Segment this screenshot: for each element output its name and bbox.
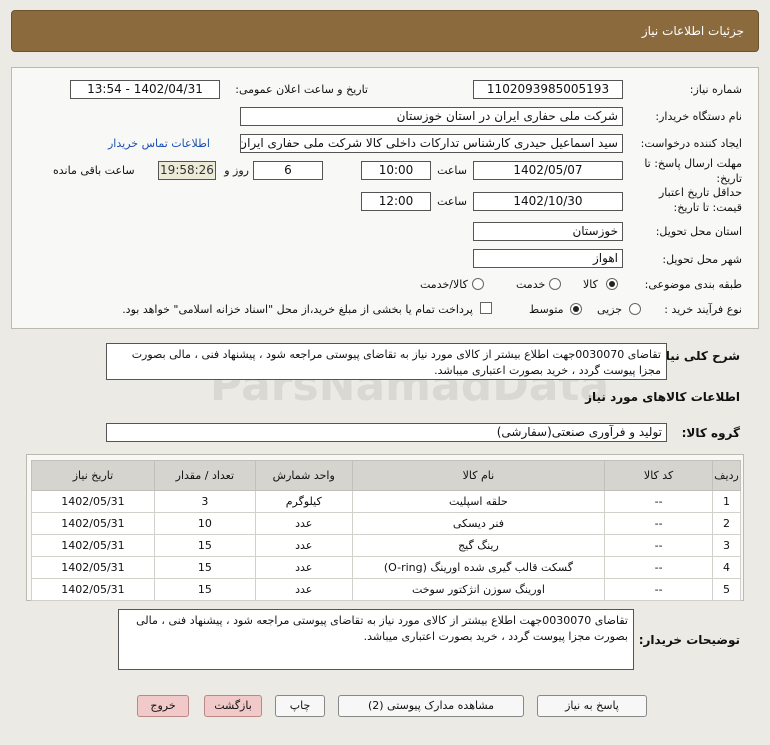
city-label: شهر محل تحویل: <box>662 253 742 266</box>
process-label: نوع فرآیند خرید : <box>664 303 742 316</box>
row-unit: عدد <box>254 534 353 557</box>
row-quantity: 15 <box>153 534 256 557</box>
row-index: 2 <box>712 512 741 535</box>
goods-section-title: اطلاعات کالاهای مورد نیاز <box>585 390 740 404</box>
table-row: 4 -- گسکت قالب گیری شده اورینگ (O-ring) … <box>31 556 741 579</box>
validity-label-1: حداقل تاریخ اعتبار <box>658 186 742 199</box>
table-row: 2 -- فنر دیسکی عدد 10 1402/05/31 <box>31 512 741 535</box>
attachments-button[interactable]: مشاهده مدارک پیوستی (2) <box>338 695 524 717</box>
row-name: حلقه اسپلیت <box>351 490 606 513</box>
row-index: 5 <box>712 578 741 601</box>
row-name: فنر دیسکی <box>351 512 606 535</box>
deadline-time-field[interactable]: 10:00 <box>361 161 431 180</box>
buyer-notes-text: تقاضای 0030070جهت اطلاع بیشتر از کالای م… <box>118 609 634 670</box>
need-number-label: شماره نیاز: <box>689 83 742 96</box>
province-label: استان محل تحویل: <box>655 225 742 238</box>
buyer-org-label: نام دستگاه خریدار: <box>655 110 742 123</box>
city-field[interactable]: اهواز <box>473 249 623 268</box>
row-index: 1 <box>712 490 741 513</box>
row-unit: عدد <box>254 512 353 535</box>
days-field[interactable]: 6 <box>253 161 323 180</box>
table-row: 1 -- حلقه اسپلیت کیلوگرم 3 1402/05/31 <box>31 490 741 513</box>
col-unit: واحد شمارش <box>254 460 353 491</box>
row-unit: عدد <box>254 578 353 601</box>
table-row: 3 -- رینگ گیج عدد 15 1402/05/31 <box>31 534 741 557</box>
category-option-goods: کالا <box>583 278 598 291</box>
category-option-goods-service: کالا/خدمت <box>420 278 468 291</box>
row-code: -- <box>604 490 714 513</box>
page-header: جزئیات اطلاعات نیاز <box>11 10 759 52</box>
requester-field[interactable]: سید اسماعیل حیدری کارشناس تدارکات داخلی … <box>240 134 623 153</box>
remaining-label: ساعت باقی مانده <box>53 164 135 177</box>
deadline-date-field[interactable]: 1402/05/07 <box>473 161 623 180</box>
deadline-time-label: ساعت <box>437 164 467 177</box>
deadline-label-2: تاریخ: <box>716 172 742 185</box>
category-radio-service[interactable] <box>549 278 561 290</box>
announce-field[interactable]: 1402/04/31 - 13:54 <box>70 80 220 99</box>
row-name: رینگ گیج <box>351 534 606 557</box>
back-button[interactable]: بازگشت <box>204 695 262 717</box>
remaining-time-field: 19:58:26 <box>158 161 216 180</box>
goods-group-label: گروه کالا: <box>681 426 740 440</box>
row-date: 1402/05/31 <box>31 556 155 579</box>
validity-time-field[interactable]: 12:00 <box>361 192 431 211</box>
goods-table: ردیف کد کالا نام کالا واحد شمارش تعداد /… <box>31 460 741 601</box>
goods-table-header: ردیف کد کالا نام کالا واحد شمارش تعداد /… <box>31 460 741 491</box>
category-option-service: خدمت <box>516 278 546 291</box>
col-quantity: تعداد / مقدار <box>153 460 256 491</box>
need-number-field[interactable]: 1102093985005193 <box>473 80 623 99</box>
deadline-label-1: مهلت ارسال پاسخ: تا <box>644 157 742 170</box>
reply-button[interactable]: پاسخ به نیاز <box>537 695 647 717</box>
process-option-minor: جزیی <box>597 303 623 316</box>
print-button[interactable]: چاپ <box>275 695 325 717</box>
treasury-payment-checkbox[interactable] <box>480 302 492 314</box>
exit-button[interactable]: خروج <box>137 695 189 717</box>
validity-date-field[interactable]: 1402/10/30 <box>473 192 623 211</box>
page-title: جزئیات اطلاعات نیاز <box>641 24 744 38</box>
row-index: 4 <box>712 556 741 579</box>
goods-group-field[interactable]: تولید و فرآوری صنعتی(سفارشی) <box>106 423 667 442</box>
row-date: 1402/05/31 <box>31 534 155 557</box>
announce-label: تاریخ و ساعت اعلان عمومی: <box>235 83 368 96</box>
row-quantity: 15 <box>153 556 256 579</box>
row-code: -- <box>604 578 714 601</box>
requester-label: ایجاد کننده درخواست: <box>640 137 742 150</box>
process-radio-minor[interactable] <box>629 303 641 315</box>
row-unit: عدد <box>254 556 353 579</box>
buyer-org-field[interactable]: شرکت ملی حفاری ایران در استان خوزستان <box>240 107 623 126</box>
validity-label-2: قیمت: تا تاریخ: <box>673 201 742 214</box>
contact-info-link[interactable]: اطلاعات تماس خریدار <box>108 137 210 150</box>
row-name: گسکت قالب گیری شده اورینگ (O-ring) <box>351 556 606 579</box>
row-date: 1402/05/31 <box>31 578 155 601</box>
col-code: کد کالا <box>604 460 714 491</box>
process-radio-medium[interactable] <box>570 303 582 315</box>
treasury-payment-note: پرداخت تمام یا بخشی از مبلغ خرید،از محل … <box>122 303 473 316</box>
row-name: اورینگ سوزن انژکتور سوخت <box>351 578 606 601</box>
row-code: -- <box>604 512 714 535</box>
category-label: طبقه بندی موضوعی: <box>644 278 742 291</box>
col-name: نام کالا <box>351 460 606 491</box>
description-text: تقاضای 0030070جهت اطلاع بیشتر از کالای م… <box>106 343 667 380</box>
row-quantity: 15 <box>153 578 256 601</box>
row-unit: کیلوگرم <box>254 490 353 513</box>
row-date: 1402/05/31 <box>31 490 155 513</box>
days-label: روز و <box>224 164 249 177</box>
row-quantity: 3 <box>153 490 256 513</box>
validity-time-label: ساعت <box>437 195 467 208</box>
province-field[interactable]: خوزستان <box>473 222 623 241</box>
row-quantity: 10 <box>153 512 256 535</box>
category-radio-goods-service[interactable] <box>472 278 484 290</box>
col-need-date: تاریخ نیاز <box>31 460 155 491</box>
table-row: 5 -- اورینگ سوزن انژکتور سوخت عدد 15 140… <box>31 578 741 601</box>
row-code: -- <box>604 534 714 557</box>
category-radio-goods[interactable] <box>606 278 618 290</box>
row-date: 1402/05/31 <box>31 512 155 535</box>
buyer-notes-label: توضیحات خریدار: <box>638 633 740 647</box>
process-option-medium: متوسط <box>529 303 564 316</box>
row-code: -- <box>604 556 714 579</box>
col-index: ردیف <box>712 460 741 491</box>
row-index: 3 <box>712 534 741 557</box>
